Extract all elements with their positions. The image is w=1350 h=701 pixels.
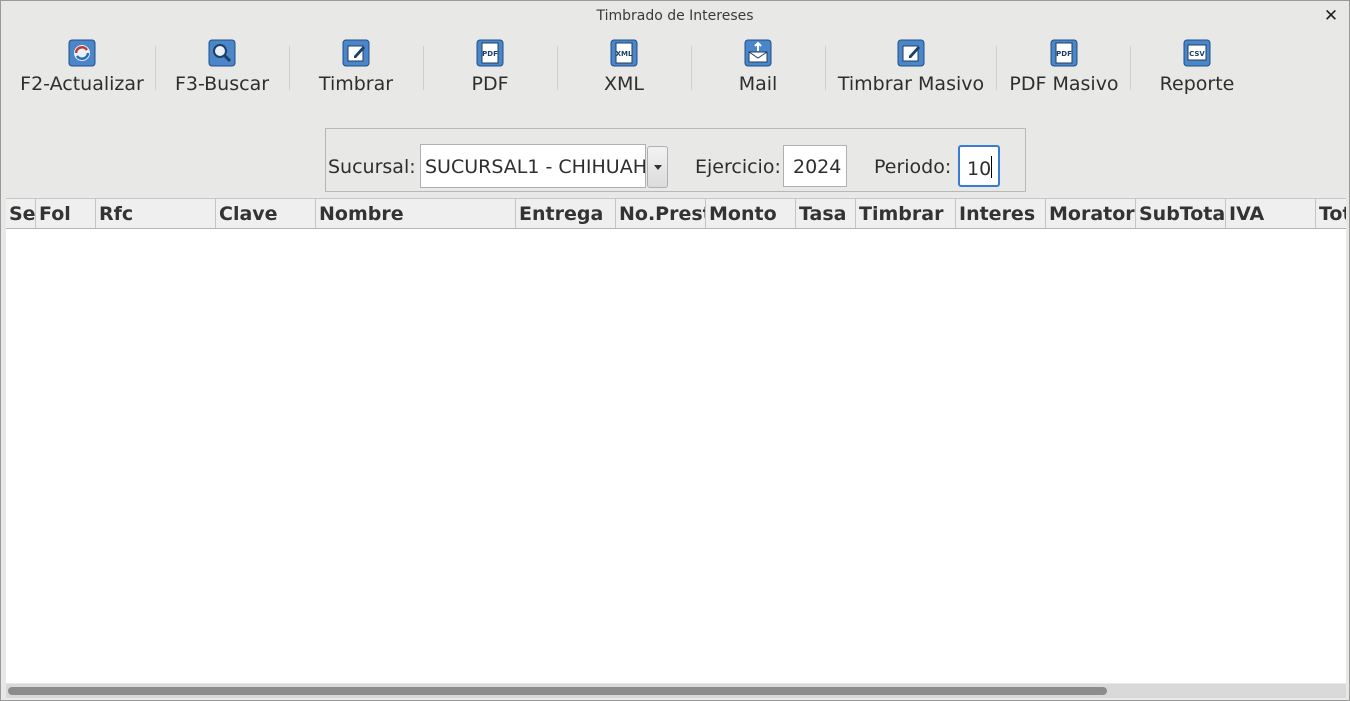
toolbar-separator [289, 46, 290, 90]
refresh-icon [68, 39, 96, 67]
xml-icon: XML [610, 39, 638, 67]
toolbar: F2-Actualizar F3-Buscar Timbrar PDF PDF … [5, 32, 1345, 112]
toolbar-separator [825, 46, 826, 90]
toolbar-separator [996, 46, 997, 90]
sucursal-field[interactable]: SUCURSAL1 - CHIHUAHUA [420, 144, 646, 188]
column-header[interactable]: Nombre [316, 199, 516, 228]
refresh-button-label: F2-Actualizar [20, 73, 144, 95]
mass-stamp-button[interactable]: Timbrar Masivo [831, 32, 991, 108]
report-button[interactable]: CSV Reporte [1136, 32, 1258, 108]
toolbar-separator [155, 46, 156, 90]
svg-text:XML: XML [616, 50, 633, 58]
column-header[interactable]: Entrega [516, 199, 616, 228]
svg-text:PDF: PDF [1056, 50, 1072, 58]
column-header[interactable]: SubTotal [1136, 199, 1226, 228]
sucursal-label: Sucursal: [328, 156, 416, 178]
ejercicio-field[interactable]: 2024 [783, 145, 847, 187]
pdf-icon: PDF [476, 39, 504, 67]
report-button-label: Reporte [1159, 73, 1235, 95]
refresh-button[interactable]: F2-Actualizar [13, 32, 151, 108]
mass-pdf-button-label: PDF Masivo [1009, 73, 1119, 95]
column-header[interactable]: Interes [956, 199, 1046, 228]
mass-pdf-button[interactable]: PDF PDF Masivo [1001, 32, 1127, 108]
table-header: Se Fol Rfc Clave Nombre Entrega No.Prest… [6, 198, 1346, 229]
pdf-button-label: PDF [471, 73, 509, 95]
column-header[interactable]: Tasa [796, 199, 856, 228]
svg-text:CSV: CSV [1189, 50, 1205, 58]
column-header[interactable]: Rfc [96, 199, 216, 228]
scrollbar-thumb[interactable] [8, 687, 1107, 695]
column-header[interactable]: Clave [216, 199, 316, 228]
csv-icon: CSV [1183, 39, 1211, 67]
column-header[interactable]: Timbrar [856, 199, 956, 228]
xml-button[interactable]: XML XML [563, 32, 685, 108]
mail-icon [744, 39, 772, 67]
pdf-button[interactable]: PDF PDF [429, 32, 551, 108]
ejercicio-label: Ejercicio: [695, 156, 781, 178]
column-header[interactable]: Monto [706, 199, 796, 228]
periodo-label: Periodo: [874, 156, 952, 178]
close-button[interactable]: ✕ [1322, 6, 1340, 26]
search-icon [208, 39, 236, 67]
search-button-label: F3-Buscar [174, 73, 270, 95]
stamp-button-label: Timbrar [318, 73, 394, 95]
column-header[interactable]: Se [6, 199, 36, 228]
main-window: Timbrado de Intereses ✕ F2-Actualizar F3… [0, 0, 1350, 701]
title-bar: Timbrado de Intereses ✕ [1, 1, 1349, 31]
chevron-down-icon[interactable] [647, 146, 668, 188]
filter-panel: Sucursal: SUCURSAL1 - CHIHUAHUA Ejercici… [325, 128, 1026, 192]
mail-button[interactable]: Mail [697, 32, 819, 108]
mass-stamp-button-label: Timbrar Masivo [837, 73, 985, 95]
edit-icon [342, 39, 370, 67]
pdf-icon: PDF [1050, 39, 1078, 67]
results-table[interactable]: Se Fol Rfc Clave Nombre Entrega No.Prest… [6, 198, 1346, 683]
column-header[interactable]: Moratori [1046, 199, 1136, 228]
search-button[interactable]: F3-Buscar [161, 32, 283, 108]
periodo-field[interactable]: 10 [958, 145, 1000, 187]
svg-text:PDF: PDF [482, 50, 498, 58]
sucursal-combo[interactable]: SUCURSAL1 - CHIHUAHUA [420, 144, 668, 188]
window-title: Timbrado de Intereses [596, 8, 754, 24]
toolbar-separator [557, 46, 558, 90]
xml-button-label: XML [604, 73, 644, 95]
column-header[interactable]: No.Prest [616, 199, 706, 228]
stamp-button[interactable]: Timbrar [295, 32, 417, 108]
column-header[interactable]: Tot [1316, 199, 1346, 228]
text-caret [991, 156, 993, 178]
horizontal-scrollbar[interactable] [6, 684, 1346, 698]
edit-icon [897, 39, 925, 67]
mail-button-label: Mail [738, 73, 778, 95]
toolbar-separator [691, 46, 692, 90]
column-header[interactable]: Fol [36, 199, 96, 228]
periodo-value: 10 [967, 158, 992, 180]
toolbar-separator [423, 46, 424, 90]
column-header[interactable]: IVA [1226, 199, 1316, 228]
toolbar-separator [1130, 46, 1131, 90]
